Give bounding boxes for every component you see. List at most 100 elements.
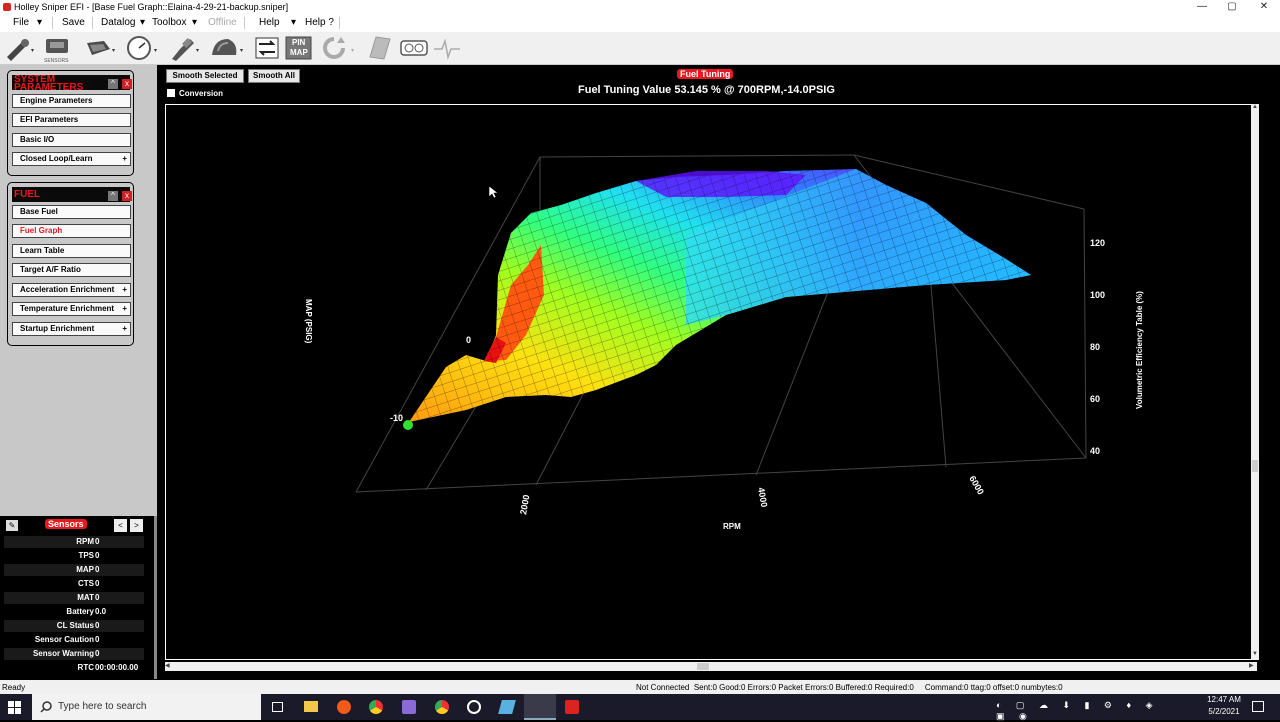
close-icon[interactable]: x	[122, 191, 132, 201]
minimize-button[interactable]: —	[1186, 0, 1218, 14]
wrench-icon[interactable]: ✎	[6, 520, 18, 531]
smooth-selected-button[interactable]: Smooth Selected	[166, 69, 244, 83]
ecu-icon[interactable]: ▾	[84, 35, 118, 61]
map-axis-label: MAP (PSIG)	[304, 299, 313, 344]
clock-date[interactable]: 5/2/2021	[1202, 707, 1246, 716]
horizontal-scrollbar[interactable]: ◀ ▶	[165, 662, 1257, 671]
nav-target-afr[interactable]: Target A/F Ratio	[12, 263, 131, 277]
sensors-title: Sensors	[45, 519, 87, 529]
system-parameters-header: SYSTEM PARAMETERS ^ x	[12, 75, 132, 93]
nav-base-fuel[interactable]: Base Fuel	[12, 205, 131, 219]
sensor-label: Sensor Warning	[32, 649, 94, 658]
menu-help-dropdown-icon[interactable]: ▾	[291, 17, 296, 28]
start-icon[interactable]	[8, 701, 21, 714]
vertical-scrollbar[interactable]: ▲ ▼	[1251, 104, 1259, 660]
holley-efi-taskbar-icon[interactable]	[524, 694, 556, 720]
vertical-scroll-thumb[interactable]	[1252, 460, 1258, 472]
close-icon[interactable]: x	[122, 79, 132, 89]
rpm-axis-label: RPM	[723, 522, 741, 531]
nav-startup-enrichment[interactable]: Startup Enrichment +	[12, 322, 131, 336]
wrench-icon[interactable]: ▾	[3, 35, 37, 61]
file-explorer-icon[interactable]	[304, 701, 318, 712]
engine-icon[interactable]: ▾	[208, 35, 248, 61]
fuel-header: FUEL ^ x	[12, 187, 132, 202]
scroll-up-icon[interactable]: ▲	[1251, 104, 1259, 112]
menu-help[interactable]: Help	[259, 17, 280, 28]
system-tray-icons[interactable]: ◐ ▢ ☁ ⬇ ▮ ⚙ ♦ ◈ ▣ ◉	[996, 700, 1166, 721]
sensor-value: 0	[95, 551, 100, 560]
chrome-icon[interactable]	[369, 700, 383, 714]
pin-map-icon[interactable]: PIN MAP	[285, 35, 313, 61]
prev-button[interactable]: <	[114, 519, 127, 532]
sensor-row-mat: MAT 0	[4, 592, 144, 604]
nav-engine-parameters[interactable]: Engine Parameters	[12, 94, 131, 108]
sensor-value: 0	[95, 635, 100, 644]
sensor-label: RPM	[76, 537, 94, 546]
nav-fuel-graph[interactable]: Fuel Graph	[12, 224, 131, 238]
taskbar: Type here to search ◐ ▢ ☁ ⬇ ▮ ⚙ ♦ ◈ ▣ ◉ …	[0, 694, 1280, 721]
nav-learn-table[interactable]: Learn Table	[12, 244, 131, 258]
menu-toolbox-dropdown-icon[interactable]: ▾	[192, 17, 197, 28]
svg-text:▾: ▾	[240, 48, 243, 54]
smooth-all-button[interactable]: Smooth All	[248, 69, 300, 83]
app-icon[interactable]	[498, 700, 516, 714]
sensor-label: MAT	[77, 593, 94, 602]
collapse-icon[interactable]: ^	[108, 79, 118, 89]
ve-axis-label: Volumetric Efficiency Table (%)	[1135, 291, 1144, 409]
scroll-right-icon[interactable]: ▶	[1249, 662, 1257, 671]
main-area: Smooth Selected Smooth All Conversion Fu…	[157, 65, 1280, 679]
app-icon[interactable]	[467, 700, 481, 714]
nav-closed-loop-learn[interactable]: Closed Loop/Learn +	[12, 152, 131, 166]
injector-icon[interactable]: ▾	[166, 35, 202, 61]
nav-basic-io[interactable]: Basic I/O	[12, 133, 131, 147]
firefox-icon[interactable]	[337, 700, 351, 714]
taskbar-search[interactable]: Type here to search	[32, 694, 261, 720]
menu-datalog[interactable]: Datalog	[101, 17, 135, 28]
task-view-icon[interactable]	[272, 702, 283, 712]
sensor-value: 0.0	[95, 607, 107, 616]
nav-label: EFI Parameters	[20, 115, 79, 124]
menu-file-dropdown-icon[interactable]: ▾	[37, 17, 42, 28]
maximize-button[interactable]: ▢	[1216, 0, 1248, 14]
clock-time[interactable]: 12:47 AM	[1202, 695, 1246, 704]
sensor-row-caution: Sensor Caution 0	[4, 634, 144, 646]
scroll-left-icon[interactable]: ◀	[165, 662, 173, 671]
dashboard-icon[interactable]	[399, 35, 429, 61]
notes-icon	[365, 35, 393, 61]
horizontal-scroll-thumb[interactable]	[697, 663, 709, 670]
nav-efi-parameters[interactable]: EFI Parameters	[12, 113, 131, 127]
menu-datalog-dropdown-icon[interactable]: ▾	[140, 17, 145, 28]
notification-icon[interactable]	[1252, 701, 1264, 712]
app-icon[interactable]	[402, 700, 416, 714]
surface-svg[interactable]: 0 -10 2000 4000 6000 120 100 80 60 40 MA…	[166, 105, 1258, 661]
ve-tick-40: 40	[1090, 446, 1100, 456]
graph-title: Fuel Tuning	[677, 69, 734, 79]
menu-file[interactable]: File	[13, 17, 29, 28]
next-button[interactable]: >	[130, 519, 143, 532]
transfer-icon[interactable]	[254, 35, 280, 61]
sensor-row-rtc: RTC 00:00:00.00	[4, 662, 144, 674]
nav-label: Basic I/O	[20, 135, 55, 144]
menu-toolbox[interactable]: Toolbox	[152, 17, 186, 28]
nav-label: Base Fuel	[20, 207, 58, 216]
sensors-header: ✎ Sensors < >	[5, 519, 146, 533]
sensor-row-warning: Sensor Warning 0	[4, 648, 144, 660]
chrome-icon[interactable]	[435, 700, 449, 714]
pulse-icon	[432, 35, 462, 61]
fuel-tuning-value: Fuel Tuning Value 53.145 % @ 700RPM,-14.…	[578, 84, 835, 96]
close-window-button[interactable]: ✕	[1248, 0, 1280, 14]
menu-save[interactable]: Save	[62, 17, 85, 28]
gauge-icon[interactable]: ▾	[125, 35, 161, 61]
fuel-surface-plot[interactable]: 0 -10 2000 4000 6000 120 100 80 60 40 MA…	[165, 104, 1257, 660]
menu-help-about[interactable]: Help ?	[305, 17, 334, 28]
sensor-label: MAP	[76, 565, 94, 574]
nav-label: Engine Parameters	[20, 96, 93, 105]
collapse-icon[interactable]: ^	[108, 191, 118, 201]
sensors-panel: ✎ Sensors < > RPM 0 TPS 0 MAP 0 CTS 0 MAT 0 B…	[0, 516, 157, 679]
nav-temperature-enrichment[interactable]: Temperature Enrichment +	[12, 302, 131, 316]
acrobat-icon[interactable]	[565, 700, 579, 714]
conversion-checkbox[interactable]	[167, 89, 175, 97]
sensors-icon[interactable]: SENSORS	[44, 35, 72, 64]
nav-acceleration-enrichment[interactable]: Acceleration Enrichment +	[12, 283, 131, 297]
scroll-down-icon[interactable]: ▼	[1251, 651, 1259, 659]
